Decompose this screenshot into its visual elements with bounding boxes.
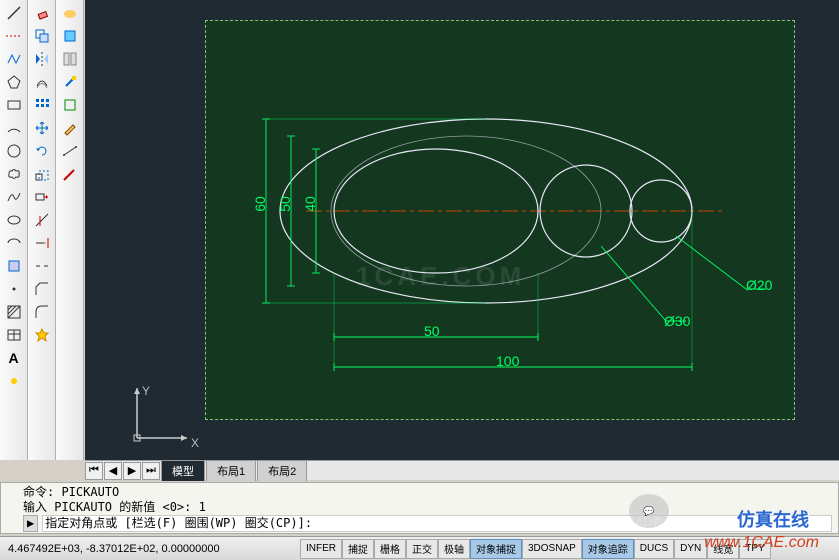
overlay-brand-text: 仿真在线 (737, 506, 809, 532)
cursor-coordinates: 4.467492E+03, -8.37012E+02, 0.00000000 (0, 543, 300, 555)
spline-tool[interactable] (3, 186, 25, 208)
insert-block-tool[interactable] (3, 255, 25, 277)
layer-properties-icon[interactable] (59, 25, 81, 47)
dim-100: 100 (496, 353, 519, 369)
layout-tabbar: ⏮ ◀ ▶ ⏭ 模型 布局1 布局2 (85, 460, 839, 480)
polyline-tool[interactable] (3, 48, 25, 70)
command-history: 命令: PICKAUTO 输入 PICKAUTO 的新值 <0>: 1 ▶ 指定… (0, 482, 839, 534)
array-tool[interactable] (31, 94, 53, 116)
status-tpy[interactable]: TPY (739, 539, 770, 559)
match-properties-icon[interactable] (59, 71, 81, 93)
status-infer[interactable]: INFER (300, 539, 342, 559)
cmd-history-line1: 命令: PICKAUTO (23, 485, 832, 500)
trim-tool[interactable] (31, 209, 53, 231)
cmd-prompt-icon: ▶ (23, 515, 38, 532)
status-bar: 4.467492E+03, -8.37012E+02, 0.00000000 I… (0, 536, 839, 560)
measure-icon[interactable] (59, 140, 81, 162)
status-ortho[interactable]: 正交 (406, 539, 438, 559)
wechat-bubble-icon: 💬 (629, 494, 669, 528)
tab-layout2[interactable]: 布局2 (257, 460, 307, 481)
construction-line-tool[interactable] (3, 25, 25, 47)
fillet-tool[interactable] (31, 301, 53, 323)
point-tool[interactable] (3, 278, 25, 300)
modify-toolbar (28, 0, 56, 460)
tab-next-icon[interactable]: ▶ (123, 462, 141, 480)
dim-40: 40 (302, 196, 318, 212)
status-3dosnap[interactable]: 3DOSNAP (522, 539, 582, 559)
draw-toolbar: A (0, 0, 28, 460)
tab-layout1[interactable]: 布局1 (206, 460, 256, 481)
status-lwt[interactable]: 线宽 (707, 539, 739, 559)
text-tool[interactable]: A (3, 347, 25, 369)
add-selected-tool[interactable] (3, 370, 25, 392)
dim-50h: 50 (424, 323, 440, 339)
dim-50v: 50 (277, 196, 293, 212)
extend-tool[interactable] (31, 232, 53, 254)
status-otrack[interactable]: 对象追踪 (582, 539, 634, 559)
mirror-tool[interactable] (31, 48, 53, 70)
block-icon[interactable] (59, 94, 81, 116)
command-input[interactable]: 指定对角点或 [栏选(F) 圈围(WP) 圈交(CP)]: (42, 515, 832, 532)
dim-dia30: Ø30 (664, 313, 690, 329)
rectangle-tool[interactable] (3, 94, 25, 116)
polygon-tool[interactable] (3, 71, 25, 93)
stretch-tool[interactable] (31, 186, 53, 208)
line-tool[interactable] (3, 2, 25, 24)
ucs-x-label: X (191, 436, 199, 450)
explode-tool[interactable] (31, 324, 53, 346)
circle-tool[interactable] (3, 140, 25, 162)
arc-tool[interactable] (3, 117, 25, 139)
pencil2-icon[interactable] (59, 163, 81, 185)
status-grid[interactable]: 栅格 (374, 539, 406, 559)
ellipse-tool[interactable] (3, 209, 25, 231)
misc-toolbar (56, 0, 84, 460)
canvas-watermark: 1CAE.COM (356, 261, 525, 292)
hatch-tool[interactable] (3, 301, 25, 323)
dim-60: 60 (252, 196, 268, 212)
status-dyn[interactable]: DYN (674, 539, 707, 559)
model-space-canvas[interactable]: 60 50 40 50 100 Ø30 Ø20 1CAE.COM Y X (85, 0, 839, 460)
erase-tool[interactable] (31, 2, 53, 24)
dim-dia20: Ø20 (746, 277, 772, 293)
table-tool[interactable] (3, 324, 25, 346)
move-tool[interactable] (31, 117, 53, 139)
tab-prev-icon[interactable]: ◀ (104, 462, 122, 480)
pencil-icon[interactable] (59, 117, 81, 139)
properties-icon[interactable] (59, 48, 81, 70)
status-ducs[interactable]: DUCS (634, 539, 674, 559)
status-polar[interactable]: 极轴 (438, 539, 470, 559)
status-snap[interactable]: 捕捉 (342, 539, 374, 559)
ellipse-arc-tool[interactable] (3, 232, 25, 254)
ucs-y-label: Y (142, 384, 150, 398)
copy-tool[interactable] (31, 25, 53, 47)
tab-first-icon[interactable]: ⏮ (85, 462, 103, 480)
scale-tool[interactable] (31, 163, 53, 185)
tab-model[interactable]: 模型 (161, 460, 205, 481)
cloud-hatch-icon[interactable] (59, 2, 81, 24)
status-osnap[interactable]: 对象捕捉 (470, 539, 522, 559)
offset-tool[interactable] (31, 71, 53, 93)
rotate-tool[interactable] (31, 140, 53, 162)
cmd-history-line2: 输入 PICKAUTO 的新值 <0>: 1 (23, 500, 832, 515)
selection-window: 60 50 40 50 100 Ø30 Ø20 1CAE.COM (205, 20, 795, 420)
tab-last-icon[interactable]: ⏭ (142, 462, 160, 480)
break-tool[interactable] (31, 255, 53, 277)
revision-cloud-tool[interactable] (3, 163, 25, 185)
chamfer-tool[interactable] (31, 278, 53, 300)
